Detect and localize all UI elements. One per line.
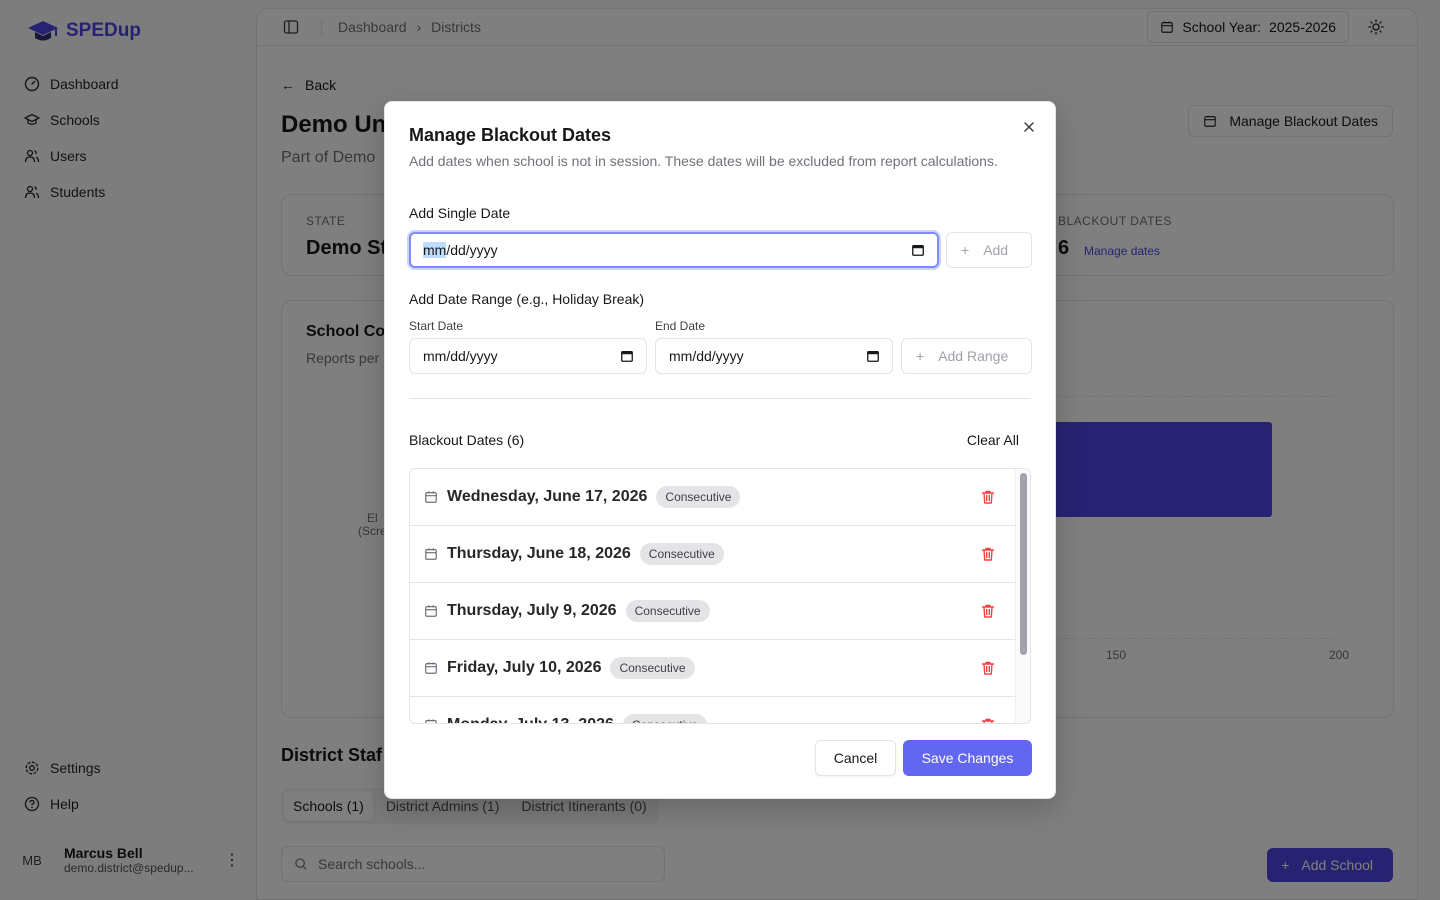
blackout-dates-list[interactable]: Wednesday, June 17, 2026 Consecutive Thu… (409, 468, 1031, 724)
trash-icon[interactable] (980, 603, 996, 619)
divider (409, 398, 1031, 399)
add-range-button[interactable]: + Add Range (901, 338, 1032, 374)
dialog-title: Manage Blackout Dates (409, 125, 612, 145)
trash-icon[interactable] (980, 489, 996, 505)
list-item: Thursday, July 9, 2026 Consecutive (410, 583, 1016, 640)
calendar-picker-icon[interactable] (911, 243, 925, 257)
list-item: Friday, July 10, 2026 Consecutive (410, 640, 1016, 697)
single-date-value: mm/dd/yyyy (423, 242, 498, 258)
add-date-label: Add (983, 242, 1009, 258)
blackout-date: Monday, July 13, 2026 (447, 716, 614, 723)
add-date-button[interactable]: + Add (946, 232, 1032, 268)
date-range-label: Add Date Range (e.g., Holiday Break) (409, 291, 645, 307)
calendar-picker-icon[interactable] (620, 349, 634, 363)
end-date-input[interactable]: mm/dd/yyyy (655, 338, 893, 374)
calendar-icon (425, 491, 437, 503)
consecutive-badge: Consecutive (610, 657, 695, 679)
start-date-value: mm/dd/yyyy (423, 348, 498, 364)
start-date-input[interactable]: mm/dd/yyyy (409, 338, 647, 374)
list-item: Wednesday, June 17, 2026 Consecutive (410, 469, 1016, 526)
calendar-picker-icon[interactable] (866, 349, 880, 363)
blackout-date: Thursday, July 9, 2026 (447, 602, 617, 619)
blackout-list-title: Blackout Dates (6) (409, 432, 525, 448)
scrollbar-thumb[interactable] (1020, 473, 1027, 655)
calendar-icon (425, 548, 437, 560)
consecutive-badge: Consecutive (639, 543, 724, 565)
single-date-input[interactable]: mm/dd/yyyy (409, 232, 939, 268)
blackout-dates-dialog: Manage Blackout Dates Add dates when sch… (384, 101, 1056, 799)
blackout-date: Thursday, June 18, 2026 (447, 545, 631, 562)
calendar-icon (425, 605, 437, 617)
end-date-label: End Date (655, 319, 706, 333)
trash-icon[interactable] (980, 717, 996, 724)
trash-icon[interactable] (980, 546, 996, 562)
list-scrollbar[interactable] (1015, 469, 1030, 723)
consecutive-badge: Consecutive (622, 714, 707, 723)
close-icon[interactable] (1021, 119, 1037, 135)
blackout-date: Wednesday, June 17, 2026 (447, 488, 648, 505)
date-segment-month: mm (423, 242, 447, 258)
add-range-label: Add Range (938, 348, 1009, 364)
cancel-button[interactable]: Cancel (815, 740, 896, 776)
plus-icon: + (916, 348, 925, 364)
calendar-icon (425, 719, 437, 723)
dialog-description: Add dates when school is not in session.… (409, 153, 998, 169)
trash-icon[interactable] (980, 660, 996, 676)
consecutive-badge: Consecutive (656, 486, 741, 508)
start-date-label: Start Date (409, 319, 464, 333)
list-item: Monday, July 13, 2026 Consecutive (410, 697, 1016, 724)
list-item: Thursday, June 18, 2026 Consecutive (410, 526, 1016, 583)
plus-icon: + (961, 242, 970, 258)
single-date-label: Add Single Date (409, 205, 511, 221)
save-changes-button[interactable]: Save Changes (903, 740, 1032, 776)
blackout-date: Friday, July 10, 2026 (447, 659, 602, 676)
consecutive-badge: Consecutive (625, 600, 710, 622)
end-date-value: mm/dd/yyyy (669, 348, 744, 364)
clear-all-button[interactable]: Clear All (967, 432, 1019, 448)
calendar-icon (425, 662, 437, 674)
date-segment-rest: /dd/yyyy (446, 242, 498, 258)
